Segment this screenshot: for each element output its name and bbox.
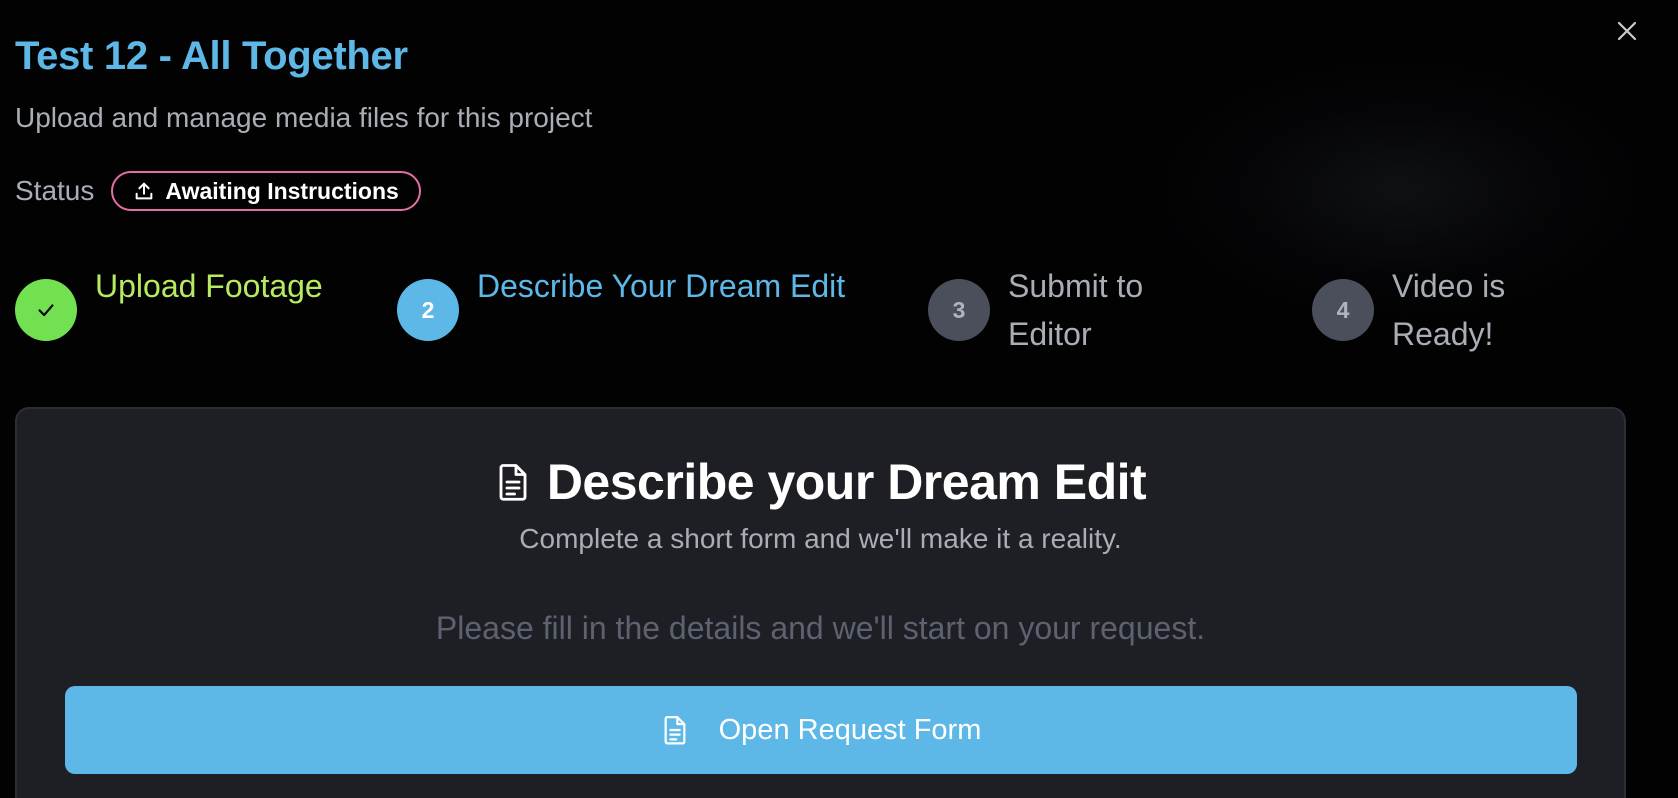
document-icon <box>499 464 527 501</box>
close-button[interactable] <box>1612 16 1642 46</box>
progress-stepper: Upload Footage 2 Describe Your Dream Edi… <box>15 262 1655 362</box>
status-value: Awaiting Instructions <box>165 177 399 204</box>
card-hint: Please fill in the details and we'll sta… <box>435 610 1206 646</box>
step-label: Submit to Editor <box>1008 268 1144 352</box>
close-icon <box>1617 21 1637 41</box>
check-icon <box>38 304 54 317</box>
card-heading: Describe your Dream Edit <box>17 453 1624 511</box>
page-subtitle: Upload and manage media files for this p… <box>15 102 593 133</box>
card-title: Describe your Dream Edit <box>546 454 1147 510</box>
open-request-form-button[interactable]: Open Request Form <box>65 686 1577 774</box>
step-label: Video is Ready! <box>1392 268 1506 352</box>
describe-edit-card: Describe your Dream Edit Complete a shor… <box>15 407 1626 798</box>
step-label: Describe Your Dream Edit <box>477 268 846 304</box>
step-2-indicator: 2 <box>397 279 459 341</box>
step-label: Upload Footage <box>95 268 323 304</box>
document-icon <box>664 716 686 745</box>
card-subtitle: Complete a short form and we'll make it … <box>519 523 1122 554</box>
step-video-ready: 4 Video is Ready! <box>1312 262 1552 358</box>
open-request-form-label: Open Request Form <box>718 713 982 746</box>
step-1-indicator <box>15 279 77 341</box>
status-label: Status <box>15 175 95 206</box>
project-dialog: Test 12 - All Together Upload and manage… <box>0 0 1678 798</box>
page-title: Test 12 - All Together <box>15 34 408 78</box>
step-submit-to-editor: 3 Submit to Editor <box>928 262 1208 358</box>
step-3-indicator: 3 <box>928 279 990 341</box>
upload-icon <box>136 182 153 200</box>
status-row: Status Awaiting Instructions <box>15 171 421 211</box>
status-badge: Awaiting Instructions <box>111 171 421 211</box>
step-describe-edit: 2 Describe Your Dream Edit <box>397 262 857 341</box>
step-4-indicator: 4 <box>1312 279 1374 341</box>
step-upload-footage: Upload Footage <box>15 262 335 341</box>
